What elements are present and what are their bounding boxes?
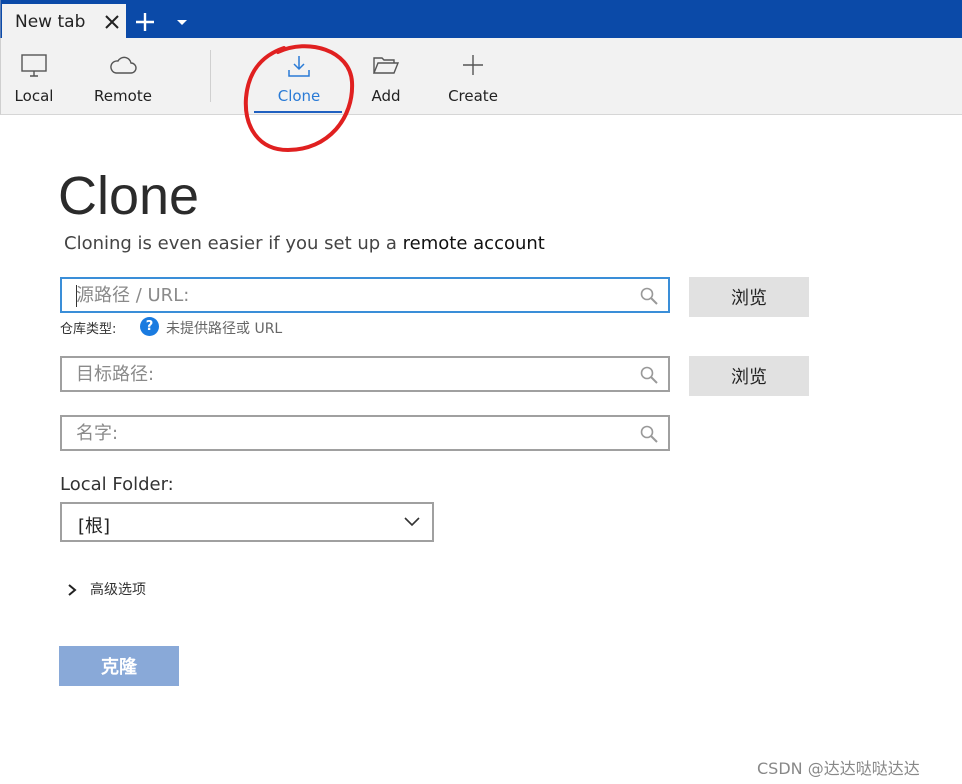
local-folder-value: [根] [78,516,111,537]
dest-path-field[interactable] [60,356,670,392]
remote-account-link[interactable]: remote account [403,233,545,254]
chevron-down-icon [404,517,420,527]
advanced-options-toggle[interactable]: 高级选项 [90,579,146,599]
toolbar-remote-button[interactable]: Remote [87,38,159,114]
repo-type-hint: 未提供路径或 URL [166,321,283,337]
tab-label: New tab [15,12,86,32]
source-path-field[interactable] [60,277,670,313]
toolbar-add-label: Add [371,87,401,105]
close-icon[interactable] [103,13,121,31]
repo-type-label: 仓库类型: [60,322,117,337]
toolbar-separator [210,50,211,102]
page-title: Clone [58,166,200,226]
toolbar-remote-label: Remote [94,87,152,105]
dest-path-input[interactable] [76,363,636,385]
local-folder-label: Local Folder: [60,474,174,495]
chevron-down-icon[interactable] [175,18,189,28]
watermark-text: CSDN @达达哒哒达达 [757,759,920,778]
chevron-right-icon[interactable] [67,584,77,596]
help-icon[interactable]: ? [140,317,159,336]
name-input[interactable] [76,422,636,444]
cloud-icon [110,56,137,74]
toolbar-clone-button[interactable]: Clone [263,38,335,114]
folder-open-icon [372,57,400,74]
search-icon[interactable] [640,366,658,384]
toolbar-clone-label: Clone [277,87,321,105]
toolbar-add-button[interactable]: Add [361,38,411,114]
source-browse-button[interactable]: 浏览 [689,277,809,317]
toolbar: Local Remote Clone Add Create [0,38,962,115]
new-tab-plus-icon[interactable] [135,12,155,32]
source-path-input[interactable] [76,284,636,306]
subtitle: Cloning is even easier if you set up a r… [64,233,545,254]
plus-icon [463,55,483,75]
dest-browse-button[interactable]: 浏览 [689,356,809,396]
search-icon[interactable] [640,425,658,443]
tab-bar: New tab [0,0,962,38]
monitor-icon [21,54,47,77]
active-tab-underline [254,111,342,113]
toolbar-create-button[interactable]: Create [441,38,505,114]
toolbar-local-button[interactable]: Local [7,38,61,114]
subtitle-text: Cloning is even easier if you set up a [64,233,403,254]
download-icon [288,56,310,77]
search-icon[interactable] [640,287,658,305]
local-folder-select[interactable]: [根] [60,502,434,542]
name-field[interactable] [60,415,670,451]
toolbar-local-label: Local [14,87,54,105]
tab-new-tab[interactable]: New tab [2,4,126,38]
clone-button[interactable]: 克隆 [59,646,179,686]
toolbar-create-label: Create [448,87,498,105]
